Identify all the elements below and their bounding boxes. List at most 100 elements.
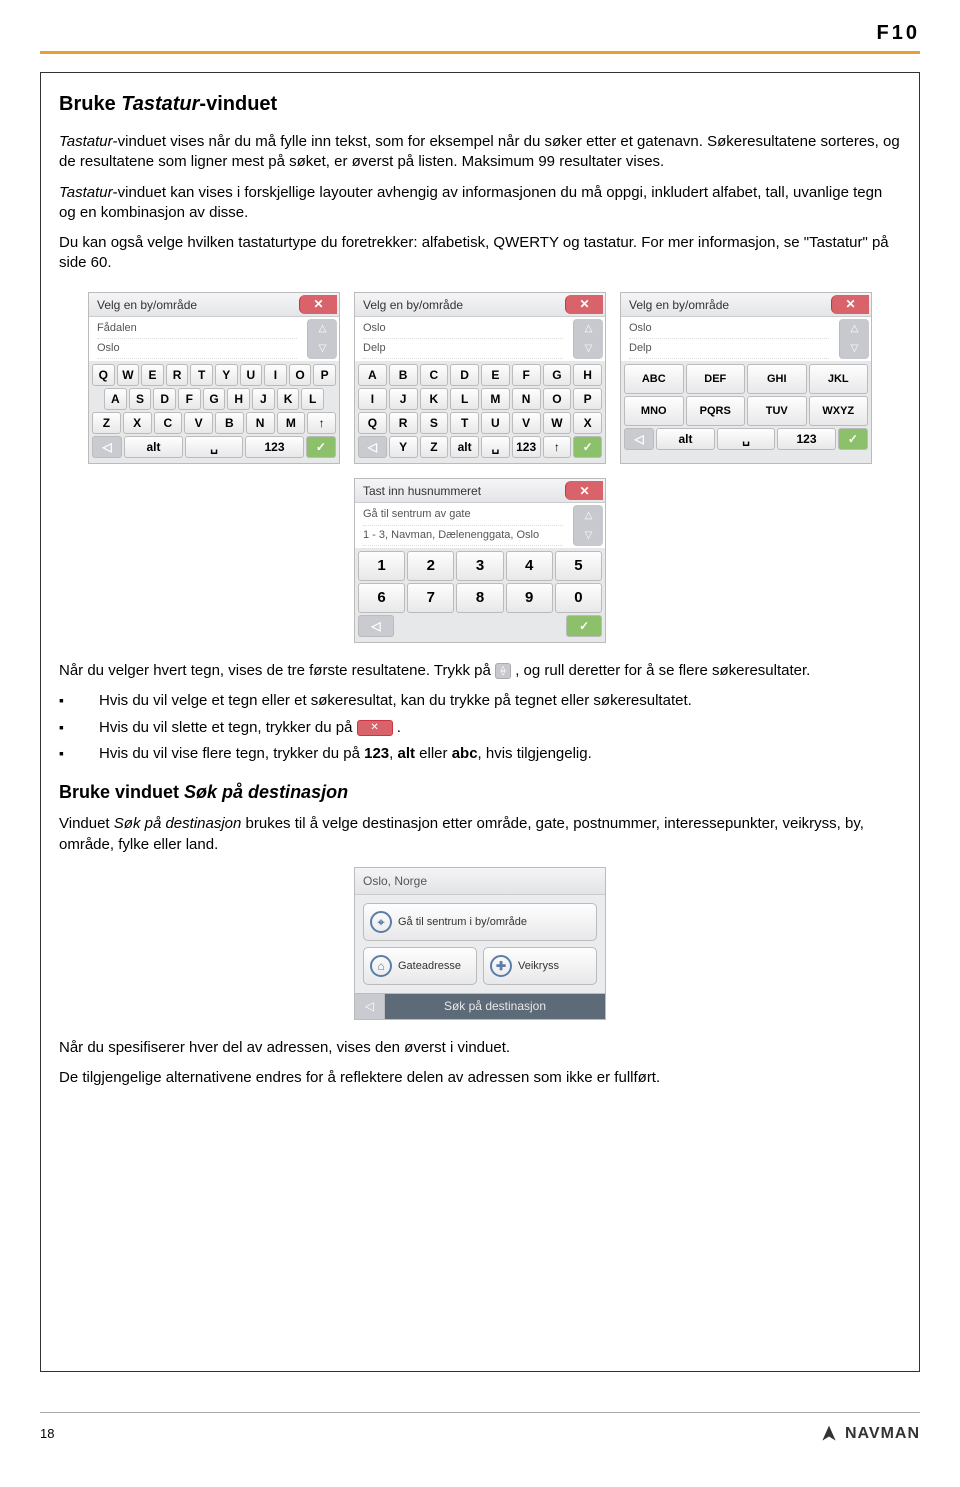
- scroll-button[interactable]: △▽: [573, 319, 603, 360]
- key-h[interactable]: H: [573, 364, 602, 386]
- key-j[interactable]: J: [389, 388, 418, 410]
- key-y[interactable]: Y: [215, 364, 238, 386]
- key-e[interactable]: E: [141, 364, 164, 386]
- key-shift[interactable]: ↑: [543, 436, 572, 458]
- key-c[interactable]: C: [154, 412, 183, 434]
- key-b[interactable]: B: [389, 364, 418, 386]
- back-button[interactable]: ◁: [355, 994, 385, 1019]
- key-a[interactable]: A: [358, 364, 387, 386]
- key-t[interactable]: T: [190, 364, 213, 386]
- key-c[interactable]: C: [420, 364, 449, 386]
- intersection-button[interactable]: ✚ Veikryss: [483, 947, 597, 985]
- key-n[interactable]: N: [246, 412, 275, 434]
- key-a[interactable]: A: [104, 388, 127, 410]
- key-space[interactable]: ␣: [481, 436, 510, 458]
- key-f[interactable]: F: [178, 388, 201, 410]
- street-address-button[interactable]: ⌂ Gateadresse: [363, 947, 477, 985]
- key-g[interactable]: G: [203, 388, 226, 410]
- key-3[interactable]: 3: [456, 551, 503, 581]
- key-tuv[interactable]: TUV: [747, 396, 807, 426]
- key-123[interactable]: 123: [245, 436, 304, 458]
- key-6[interactable]: 6: [358, 583, 405, 613]
- key-f[interactable]: F: [512, 364, 541, 386]
- list-item[interactable]: Oslo: [97, 339, 297, 359]
- key-pqrs[interactable]: PQRS: [686, 396, 746, 426]
- key-def[interactable]: DEF: [686, 364, 746, 394]
- key-d[interactable]: D: [450, 364, 479, 386]
- ok-button[interactable]: ✓: [573, 436, 602, 458]
- key-x[interactable]: X: [573, 412, 602, 434]
- key-v[interactable]: V: [184, 412, 213, 434]
- key-m[interactable]: M: [277, 412, 306, 434]
- key-i[interactable]: I: [264, 364, 287, 386]
- key-y[interactable]: Y: [389, 436, 418, 458]
- ok-button[interactable]: ✓: [566, 615, 602, 637]
- key-o[interactable]: O: [289, 364, 312, 386]
- key-4[interactable]: 4: [506, 551, 553, 581]
- key-p[interactable]: P: [313, 364, 336, 386]
- list-item[interactable]: Fådalen: [97, 319, 297, 339]
- key-q[interactable]: Q: [92, 364, 115, 386]
- key-s[interactable]: S: [420, 412, 449, 434]
- back-button[interactable]: ◁: [92, 436, 122, 458]
- key-k[interactable]: K: [277, 388, 300, 410]
- key-z[interactable]: Z: [420, 436, 449, 458]
- key-2[interactable]: 2: [407, 551, 454, 581]
- ok-button[interactable]: ✓: [838, 428, 868, 450]
- back-button[interactable]: ◁: [358, 436, 387, 458]
- key-r[interactable]: R: [166, 364, 189, 386]
- key-i[interactable]: I: [358, 388, 387, 410]
- results-list[interactable]: Oslo Delp: [621, 317, 837, 362]
- key-8[interactable]: 8: [456, 583, 503, 613]
- list-item[interactable]: Oslo: [363, 319, 563, 339]
- key-space[interactable]: ␣: [185, 436, 244, 458]
- key-abc[interactable]: ABC: [624, 364, 684, 394]
- key-j[interactable]: J: [252, 388, 275, 410]
- key-x[interactable]: X: [123, 412, 152, 434]
- key-v[interactable]: V: [512, 412, 541, 434]
- key-d[interactable]: D: [153, 388, 176, 410]
- key-h[interactable]: H: [227, 388, 250, 410]
- list-item[interactable]: Delp: [629, 339, 829, 359]
- close-icon[interactable]: ✕: [565, 481, 603, 500]
- scroll-button[interactable]: △▽: [307, 319, 337, 360]
- close-icon[interactable]: ✕: [831, 295, 869, 314]
- key-q[interactable]: Q: [358, 412, 387, 434]
- key-l[interactable]: L: [301, 388, 324, 410]
- key-alt[interactable]: alt: [450, 436, 479, 458]
- list-item[interactable]: Oslo: [629, 319, 829, 339]
- key-e[interactable]: E: [481, 364, 510, 386]
- key-u[interactable]: U: [240, 364, 263, 386]
- key-b[interactable]: B: [215, 412, 244, 434]
- key-w[interactable]: W: [543, 412, 572, 434]
- key-n[interactable]: N: [512, 388, 541, 410]
- results-list[interactable]: Oslo Delp: [355, 317, 571, 362]
- key-5[interactable]: 5: [555, 551, 602, 581]
- key-t[interactable]: T: [450, 412, 479, 434]
- key-g[interactable]: G: [543, 364, 572, 386]
- scroll-button[interactable]: △▽: [839, 319, 869, 360]
- key-0[interactable]: 0: [555, 583, 602, 613]
- key-u[interactable]: U: [481, 412, 510, 434]
- key-z[interactable]: Z: [92, 412, 121, 434]
- scroll-button[interactable]: △▽: [573, 505, 603, 546]
- key-r[interactable]: R: [389, 412, 418, 434]
- list-item[interactable]: 1 - 3, Navman, Dælenenggata, Oslo: [363, 526, 563, 546]
- key-123[interactable]: 123: [512, 436, 541, 458]
- key-shift[interactable]: ↑: [307, 412, 336, 434]
- key-k[interactable]: K: [420, 388, 449, 410]
- key-jkl[interactable]: JKL: [809, 364, 869, 394]
- key-123[interactable]: 123: [777, 428, 836, 450]
- key-1[interactable]: 1: [358, 551, 405, 581]
- results-list[interactable]: Fådalen Oslo: [89, 317, 305, 362]
- key-mno[interactable]: MNO: [624, 396, 684, 426]
- back-button[interactable]: ◁: [358, 615, 394, 637]
- back-button[interactable]: ◁: [624, 428, 654, 450]
- key-space[interactable]: ␣: [717, 428, 776, 450]
- key-w[interactable]: W: [117, 364, 140, 386]
- ok-button[interactable]: ✓: [306, 436, 336, 458]
- key-9[interactable]: 9: [506, 583, 553, 613]
- goto-center-button[interactable]: ⌖ Gå til sentrum i by/område: [363, 903, 597, 941]
- close-icon[interactable]: ✕: [299, 295, 337, 314]
- key-alt[interactable]: alt: [656, 428, 715, 450]
